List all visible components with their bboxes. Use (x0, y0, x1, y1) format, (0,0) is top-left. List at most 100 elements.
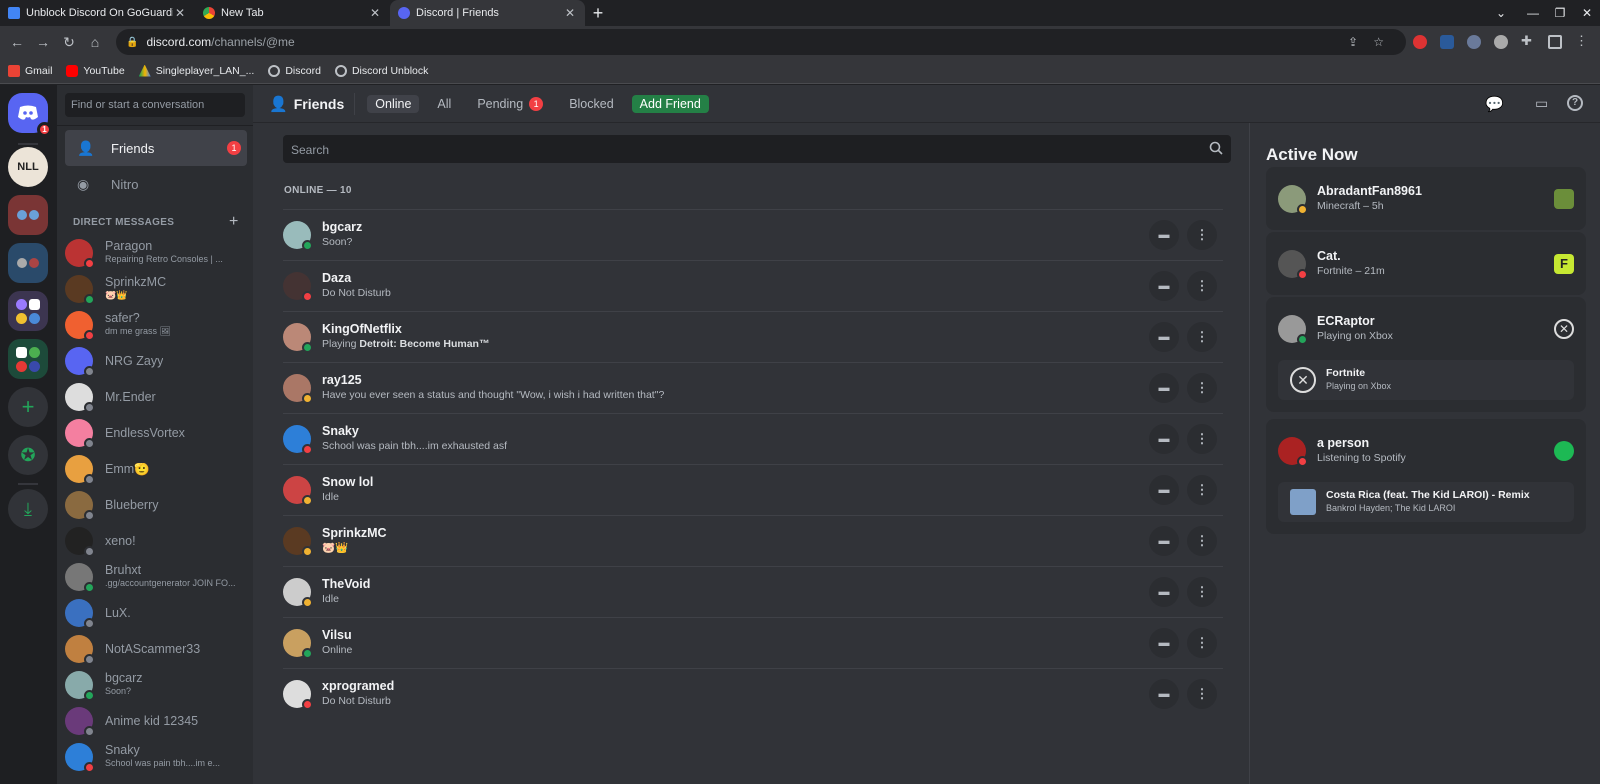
message-button[interactable]: ▬ (1149, 424, 1179, 454)
dm-item[interactable]: Snaky School was pain tbh....im e... (65, 739, 247, 775)
server-folder[interactable] (8, 291, 48, 331)
inbox-icon[interactable]: ▭ (1535, 95, 1548, 112)
dm-item[interactable]: Emm🫡 (65, 451, 247, 487)
more-options-button[interactable]: ⋮ (1187, 322, 1217, 352)
dm-item[interactable]: Blueberry (65, 487, 247, 523)
friend-row[interactable]: bgcarz Soon? ▬ ⋮ (283, 209, 1223, 260)
more-options-button[interactable]: ⋮ (1187, 271, 1217, 301)
browser-tab-3[interactable]: Discord | Friends ✕ (390, 0, 585, 26)
puzzle-icon[interactable]: ✚ (1521, 33, 1535, 48)
extension-icon[interactable] (1440, 35, 1454, 49)
extension-icon[interactable] (1494, 35, 1508, 49)
message-button[interactable]: ▬ (1149, 475, 1179, 505)
home-icon[interactable]: ⌂ (82, 29, 108, 55)
more-options-button[interactable]: ⋮ (1187, 577, 1217, 607)
side-panel-icon[interactable] (1548, 35, 1562, 49)
bookmark-discord[interactable]: Discord (268, 64, 321, 77)
extension-icon[interactable] (1467, 35, 1481, 49)
bookmark-discord-unblock[interactable]: Discord Unblock (334, 64, 428, 77)
tab-search-icon[interactable]: ⌄ (1488, 0, 1514, 26)
dm-item[interactable]: NRG Zayy (65, 343, 247, 379)
dm-item[interactable]: EndlessVortex (65, 415, 247, 451)
close-icon[interactable]: ✕ (173, 6, 187, 20)
friend-row[interactable]: TheVoid Idle ▬ ⋮ (283, 566, 1223, 617)
sidebar-item-nitro[interactable]: ◉ Nitro (65, 166, 247, 202)
kebab-menu-icon[interactable]: ⋮ (1575, 33, 1589, 48)
more-options-button[interactable]: ⋮ (1187, 679, 1217, 709)
extension-icon[interactable] (1413, 35, 1427, 49)
find-conversation-button[interactable]: Find or start a conversation (65, 93, 245, 117)
help-icon[interactable]: ? (1567, 95, 1583, 111)
message-button[interactable]: ▬ (1149, 220, 1179, 250)
dm-item[interactable]: NotAScammer33 (65, 631, 247, 667)
browser-tab-2[interactable]: New Tab ✕ (195, 0, 390, 26)
friend-row[interactable]: Vilsu Online ▬ ⋮ (283, 617, 1223, 668)
tab-blocked[interactable]: Blocked (561, 95, 621, 113)
message-button[interactable]: ▬ (1149, 577, 1179, 607)
close-icon[interactable]: ✕ (368, 6, 382, 20)
server-folder[interactable] (8, 195, 48, 235)
bookmark-star-icon[interactable]: ☆ (1373, 35, 1384, 49)
more-options-button[interactable]: ⋮ (1187, 424, 1217, 454)
message-button[interactable]: ▬ (1149, 679, 1179, 709)
friend-row[interactable]: KingOfNetflix Playing Detroit: Become Hu… (283, 311, 1223, 362)
tab-all[interactable]: All (429, 95, 459, 113)
close-window-icon[interactable]: ✕ (1574, 0, 1600, 26)
more-options-button[interactable]: ⋮ (1187, 526, 1217, 556)
friend-row[interactable]: Snow lol Idle ▬ ⋮ (283, 464, 1223, 515)
add-server-button[interactable]: + (8, 387, 48, 427)
dm-item[interactable]: SprinkzMC 🐷👑 (65, 271, 247, 307)
minimize-icon[interactable]: — (1520, 0, 1546, 26)
message-button[interactable]: ▬ (1149, 322, 1179, 352)
dm-item[interactable]: bgcarz Soon? (65, 667, 247, 703)
server-folder[interactable] (8, 243, 48, 283)
bookmark-youtube[interactable]: YouTube (66, 64, 125, 77)
tab-pending[interactable]: Pending 1 (469, 95, 551, 113)
friend-row[interactable]: SprinkzMC 🐷👑 ▬ ⋮ (283, 515, 1223, 566)
message-button[interactable]: ▬ (1149, 526, 1179, 556)
activity-card[interactable]: AbradantFan8961 Minecraft – 5h (1266, 167, 1586, 230)
maximize-icon[interactable]: ❐ (1547, 0, 1573, 26)
activity-card[interactable]: ECRaptor Playing on Xbox ✕ ✕ Fortnite Pl… (1266, 297, 1586, 412)
more-options-button[interactable]: ⋮ (1187, 628, 1217, 658)
browser-tab-1[interactable]: Unblock Discord On GoGuardian ✕ (0, 0, 195, 26)
dm-item[interactable]: Mr.Ender (65, 379, 247, 415)
server-folder[interactable] (8, 339, 48, 379)
download-apps-button[interactable]: ⤓ (8, 489, 48, 529)
sidebar-item-friends[interactable]: 👤 Friends 1 (65, 130, 247, 166)
new-group-dm-icon[interactable]: 💬 (1485, 95, 1504, 113)
more-options-button[interactable]: ⋮ (1187, 220, 1217, 250)
friend-row[interactable]: ray125 Have you ever seen a status and t… (283, 362, 1223, 413)
dm-item[interactable]: LuX. (65, 595, 247, 631)
activity-card[interactable]: a person Listening to Spotify Costa Rica… (1266, 419, 1586, 534)
friend-row[interactable]: xprogramed Do Not Disturb ▬ ⋮ (283, 668, 1223, 719)
close-icon[interactable]: ✕ (563, 6, 577, 20)
explore-servers-button[interactable]: ✪ (8, 435, 48, 475)
bookmark-singleplayer[interactable]: Singleplayer_LAN_... (138, 64, 254, 77)
reload-icon[interactable]: ↻ (56, 29, 82, 55)
message-button[interactable]: ▬ (1149, 271, 1179, 301)
message-button[interactable]: ▬ (1149, 628, 1179, 658)
friend-row[interactable]: Daza Do Not Disturb ▬ ⋮ (283, 260, 1223, 311)
activity-card[interactable]: Cat. Fortnite – 21m F (1266, 232, 1586, 295)
tab-online[interactable]: Online (367, 94, 420, 113)
create-dm-icon[interactable]: + (229, 213, 238, 231)
dm-item[interactable]: Bruhxt .gg/accountgenerator JOIN FO... (65, 559, 247, 595)
add-friend-button[interactable]: Add Friend (631, 94, 709, 113)
dm-item[interactable]: Anime kid 12345 (65, 703, 247, 739)
message-button[interactable]: ▬ (1149, 373, 1179, 403)
new-tab-button[interactable]: + (585, 0, 611, 26)
more-options-button[interactable]: ⋮ (1187, 373, 1217, 403)
url-input[interactable]: 🔒 discord.com/channels/@me ⇪ ☆ (116, 29, 1406, 55)
dm-item[interactable]: Paragon Repairing Retro Consoles | ... (65, 235, 247, 271)
dm-item[interactable]: xeno! (65, 523, 247, 559)
more-options-button[interactable]: ⋮ (1187, 475, 1217, 505)
home-button[interactable]: 1 (8, 93, 52, 137)
share-icon[interactable]: ⇪ (1348, 35, 1358, 49)
dm-item[interactable]: safer? dm me grass 🖼 (65, 307, 247, 343)
bookmark-gmail[interactable]: Gmail (8, 64, 52, 77)
friend-row[interactable]: Snaky School was pain tbh....im exhauste… (283, 413, 1223, 464)
server-nll[interactable]: NLL (8, 147, 48, 187)
back-icon[interactable]: ← (4, 29, 30, 55)
forward-icon[interactable]: → (30, 29, 56, 55)
